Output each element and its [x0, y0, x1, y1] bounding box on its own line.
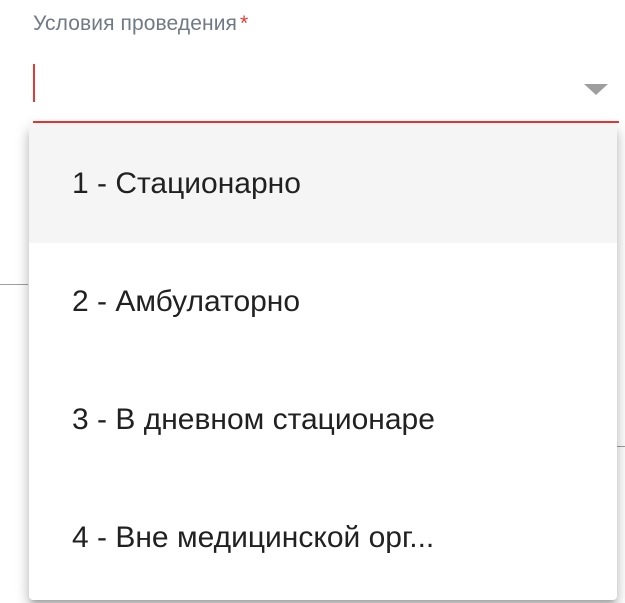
menu-item-label: 3 - В дневном стационаре	[72, 403, 435, 436]
field-label-text: Условия проведения	[33, 12, 237, 35]
text-cursor	[33, 64, 35, 102]
menu-item-label: 2 - Амбулаторно	[72, 285, 301, 318]
menu-item-outside-organization[interactable]: 4 - Вне медицинской орг...	[29, 479, 617, 597]
menu-item-ambulatory[interactable]: 2 - Амбулаторно	[29, 243, 617, 361]
field-label: Условия проведения *	[33, 12, 248, 36]
menu-item-label: 4 - Вне медицинской орг...	[72, 521, 435, 554]
dropdown-menu: 1 - Стационарно 2 - Амбулаторно 3 - В дн…	[29, 125, 617, 600]
page: Условия проведения * 1 - Стационарно 2 - …	[0, 0, 625, 603]
menu-item-label: 1 - Стационарно	[72, 167, 301, 200]
chevron-down-icon[interactable]	[584, 84, 608, 95]
required-asterisk: *	[240, 12, 249, 35]
menu-item-stationary[interactable]: 1 - Стационарно	[29, 125, 617, 243]
menu-item-day-hospital[interactable]: 3 - В дневном стационаре	[29, 361, 617, 479]
field-underline	[33, 121, 619, 123]
background-field-line	[0, 284, 28, 285]
